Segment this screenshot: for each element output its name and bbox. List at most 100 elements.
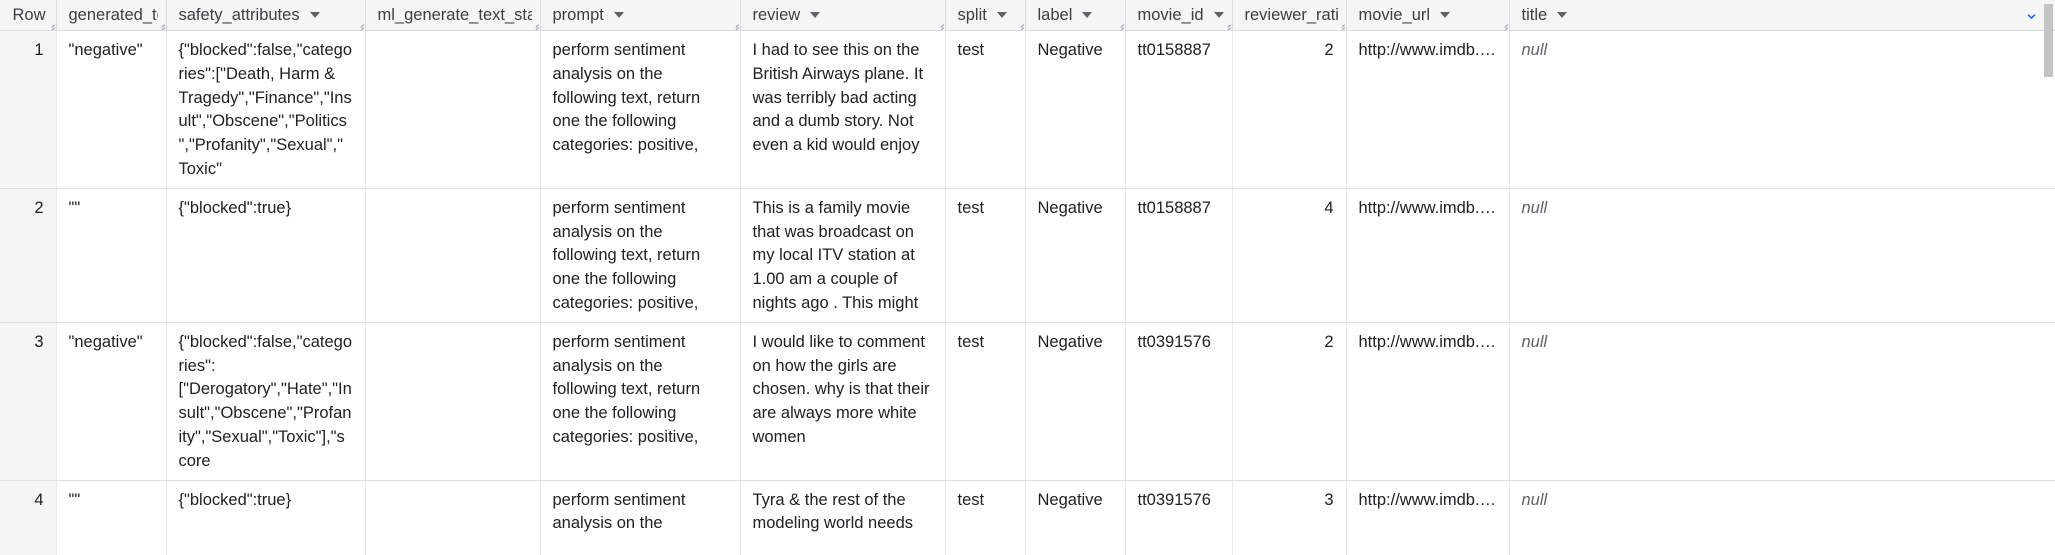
cell-row-number: 2 (0, 188, 57, 323)
cell-ml-generate-text-status (365, 480, 541, 555)
cell-safety-attributes: {"blocked":false,"categories":["Death, H… (166, 4, 2053, 189)
cell-movie-url: http://www.imdb.co… (1346, 188, 1510, 323)
column-header-label-prompt: prompt (552, 5, 604, 24)
column-header-prompt[interactable]: prompt (540, 0, 741, 31)
resize-grip-icon-reviewer-rating[interactable] (1336, 20, 1345, 29)
column-header-label-reviewer-rating: reviewer_rating (1244, 5, 1338, 24)
chevron-down-icon-review[interactable] (810, 12, 821, 18)
cell-split: test (945, 30, 1026, 189)
row-number-value: 1 (34, 41, 44, 59)
title-value: null (1521, 332, 1548, 351)
cell-row-number: 4 (0, 480, 57, 555)
chevron-down-icon-prompt[interactable] (613, 12, 624, 18)
review-value: I had to see this on the British Airways… (752, 41, 924, 155)
cell-prompt: perform sentiment analysis on the follow… (540, 4, 2053, 481)
row-number-value: 2 (34, 198, 44, 217)
cell-generated-text: "negative" (56, 30, 167, 189)
generated-text-value: "negative" (68, 332, 143, 351)
cell-safety-attributes: {"blocked":false,"categories": ["Derogat… (166, 4, 2053, 481)
safety-attributes-value: {"blocked":true} (178, 490, 292, 509)
column-header-label-review: review (752, 5, 801, 24)
cell-split: test (945, 188, 1026, 323)
table-body: 1 "negative" {"blocked":false,"categorie… (0, 4, 2055, 555)
cell-title: null (1509, 30, 2055, 189)
chevron-down-icon-movie-url[interactable] (1440, 12, 1451, 18)
title-value: null (1521, 198, 1548, 217)
column-header-movie-id[interactable]: movie_id (1125, 0, 1233, 31)
cell-ml-generate-text-status (365, 322, 541, 481)
movie-id-value: tt0158887 (1137, 198, 1211, 217)
row-number-value: 3 (34, 332, 44, 351)
column-header-generated-text[interactable]: generated_text (56, 0, 167, 31)
cell-review: Tyra & the rest of the modeling world ne… (740, 4, 2053, 555)
table-row[interactable]: 2 "" {"blocked":true} perform sentiment … (0, 4, 2055, 323)
resize-grip-icon-split[interactable] (1015, 20, 1024, 29)
cell-generated-text: "negative" (56, 322, 167, 481)
movie-url-value: http://www.imdb.co… (1358, 198, 1509, 217)
resize-grip-icon-label[interactable] (1115, 20, 1124, 29)
movie-url-value: http://www.imdb.co… (1358, 41, 1509, 59)
column-header-safety-attributes[interactable]: safety_attributes (166, 0, 366, 31)
resize-grip-icon-prompt[interactable] (730, 20, 739, 29)
cell-prompt: perform sentiment analysis on the (540, 4, 2053, 555)
cell-review: I had to see this on the British Airways… (740, 4, 2053, 189)
query-results-table: Row generated_text safety_attributes (0, 0, 2055, 555)
reviewer-rating-value: 4 (1324, 198, 1334, 217)
reviewer-rating-value: 2 (1324, 41, 1334, 59)
column-header-label-generated-text: generated_text (68, 5, 158, 24)
column-header-ml-generate-text-status[interactable]: ml_generate_text_status (365, 0, 541, 31)
column-header-title[interactable]: title (1509, 0, 2055, 31)
cell-title: null (1509, 188, 2055, 323)
review-value: This is a family movie that was broadcas… (752, 198, 919, 312)
resize-grip-icon-movie-id[interactable] (1222, 20, 1231, 29)
table-row[interactable]: 3 "negative" {"blocked":false,"categorie… (0, 4, 2055, 481)
resize-grip-icon-movie-url[interactable] (1499, 20, 1508, 29)
column-header-review[interactable]: review (740, 0, 946, 31)
resize-grip-icon-row[interactable] (46, 20, 55, 29)
row-number-value: 4 (34, 490, 44, 509)
cell-movie-url: http://www.imdb.co… (1346, 322, 1510, 481)
header-row: Row generated_text safety_attributes (0, 0, 2055, 31)
resize-grip-icon-safety-attributes[interactable] (355, 20, 364, 29)
column-header-split[interactable]: split (945, 0, 1026, 31)
movie-id-value: tt0391576 (1137, 490, 1211, 509)
cell-ml-generate-text-status (365, 188, 541, 323)
cell-movie-id: tt0391576 (1125, 322, 1233, 481)
reviewer-rating-value: 3 (1324, 490, 1334, 509)
ml-generate-text-status-value (366, 189, 540, 203)
movie-url-value: http://www.imdb.co… (1358, 332, 1509, 351)
column-header-label-safety-attributes: safety_attributes (178, 5, 300, 24)
column-header-reviewer-rating[interactable]: reviewer_rating (1232, 0, 1347, 31)
cell-reviewer-rating: 4 (1232, 188, 1347, 323)
reviewer-rating-value: 2 (1324, 332, 1334, 351)
column-header-movie-url[interactable]: movie_url (1346, 0, 1510, 31)
prompt-value: perform sentiment analysis on the follow… (552, 198, 701, 312)
column-header-label-title: title (1521, 5, 1548, 24)
table-row[interactable]: 4 "" {"blocked":true} perform sentiment … (0, 4, 2055, 555)
cell-row-number: 1 (0, 30, 57, 189)
label-value: Negative (1037, 198, 1103, 217)
cell-safety-attributes: {"blocked":true} (166, 480, 366, 555)
column-header-label[interactable]: label (1025, 0, 1126, 31)
cell-split: test (945, 480, 1026, 555)
chevron-down-icon-safety-attributes[interactable] (309, 12, 320, 18)
chevron-down-icon-split[interactable] (996, 12, 1007, 18)
cell-label: Negative (1025, 322, 1126, 481)
chevron-down-icon-title[interactable] (1557, 12, 1568, 18)
cell-row-number: 3 (0, 322, 57, 481)
movie-url-value: http://www.imdb.co… (1358, 490, 1509, 509)
cell-split: test (945, 322, 1026, 481)
prompt-value: perform sentiment analysis on the (552, 490, 686, 533)
resize-grip-icon-ml-generate-text-status[interactable] (530, 20, 539, 29)
table-row[interactable]: 1 "negative" {"blocked":false,"categorie… (0, 4, 2055, 189)
resize-grip-icon-review[interactable] (935, 20, 944, 29)
column-header-label-split: split (957, 5, 987, 24)
cell-prompt: perform sentiment analysis on the follow… (540, 4, 2053, 189)
title-value: null (1521, 490, 1548, 509)
chevron-down-icon-movie-id[interactable] (1213, 12, 1224, 18)
cell-label: Negative (1025, 30, 1126, 189)
cell-title: null (1509, 322, 2055, 481)
chevron-down-icon-label[interactable] (1082, 12, 1093, 18)
column-header-row[interactable]: Row (0, 0, 57, 31)
resize-grip-icon-generated-text[interactable] (156, 20, 165, 29)
